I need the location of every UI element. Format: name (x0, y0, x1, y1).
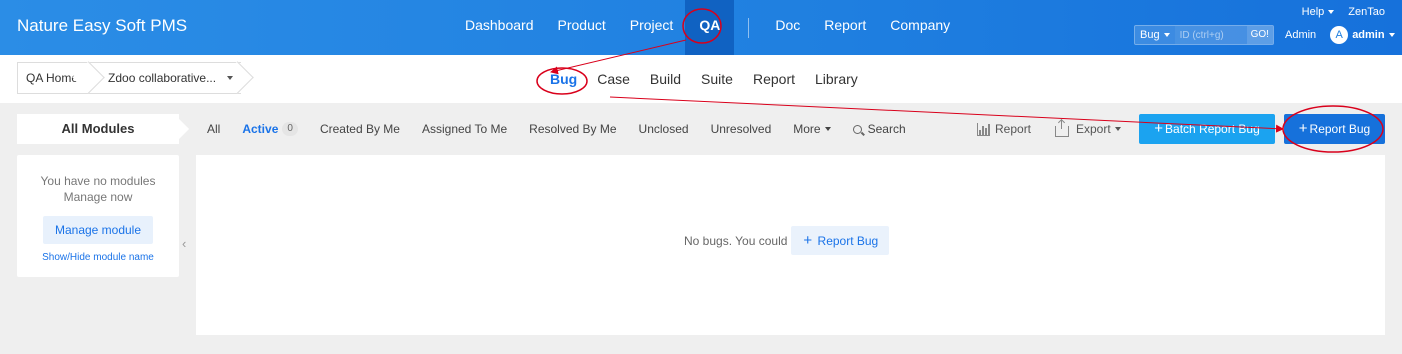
nav-divider (748, 17, 750, 38)
export-icon (1055, 119, 1069, 137)
batch-report-bug-button[interactable]: + Batch Report Bug (1139, 114, 1275, 144)
avatar[interactable]: A (1330, 26, 1349, 44)
zentao-link[interactable]: ZenTao (1348, 6, 1385, 18)
tab-search[interactable]: Search (842, 122, 917, 136)
show-hide-module-link[interactable]: Show/Hide module name (17, 252, 179, 263)
no-modules-line: You have no modules (40, 174, 156, 188)
sub-nav: Bug Case Build Suite Report Library (540, 55, 868, 103)
report-bug-button[interactable]: + Report Bug (1284, 114, 1385, 144)
nav-project[interactable]: Project (618, 0, 686, 55)
subnav-suite[interactable]: Suite (691, 71, 743, 87)
chevron-down-icon (1163, 33, 1170, 38)
chevron-down-icon (1388, 33, 1395, 38)
subnav-library[interactable]: Library (805, 71, 868, 87)
top-right-links: Help ZenTao (1302, 6, 1385, 18)
chevron-down-icon (1114, 127, 1121, 131)
sidebar-collapse-icon[interactable]: ‹ (182, 236, 186, 251)
quick-search: Bug GO! (1134, 25, 1274, 45)
empty-state: No bugs. You could + Report Bug (684, 226, 890, 255)
user-menu[interactable]: admin (1352, 29, 1395, 41)
report-bug-label: Report Bug (1309, 122, 1371, 136)
empty-report-bug-button[interactable]: + Report Bug (791, 226, 890, 255)
nav-dashboard[interactable]: Dashboard (453, 0, 546, 55)
tab-assigned-to-me[interactable]: Assigned To Me (411, 122, 518, 136)
tab-search-label: Search (867, 122, 906, 136)
empty-message: No bugs. You could (684, 233, 788, 248)
tab-active-count: 0 (282, 122, 298, 136)
product-switcher-label: Zdoo collaborative... (108, 71, 217, 85)
search-go-button[interactable]: GO! (1246, 26, 1273, 44)
chevron-down-icon (824, 127, 831, 131)
tab-unclosed[interactable]: Unclosed (628, 122, 700, 136)
tab-active-label: Active (242, 122, 279, 136)
nav-doc[interactable]: Doc (763, 0, 812, 55)
breadcrumb: QA Home Zdoo collaborative... (17, 62, 242, 94)
subnav-bug[interactable]: Bug (540, 71, 587, 87)
nav-qa[interactable]: QA (685, 0, 735, 55)
export-action-label: Export (1076, 122, 1111, 136)
report-action-label: Report (995, 122, 1032, 136)
bug-filter-tabs: All Active 0 Created By Me Assigned To Me… (196, 114, 917, 144)
bug-list-panel: No bugs. You could + Report Bug (196, 155, 1385, 335)
report-action[interactable]: Report (977, 114, 1031, 144)
tab-resolved-by-me[interactable]: Resolved By Me (518, 122, 627, 136)
chevron-down-icon (227, 76, 234, 80)
help-menu[interactable]: Help (1302, 6, 1335, 18)
tab-created-by-me[interactable]: Created By Me (309, 122, 411, 136)
no-modules-text: You have no modules Manage now (17, 173, 179, 205)
top-header: Nature Easy Soft PMS Dashboard Product P… (0, 0, 1402, 55)
search-input[interactable] (1174, 26, 1247, 44)
export-action[interactable]: Export (1055, 114, 1121, 144)
plus-icon: + (1154, 120, 1164, 137)
tab-all[interactable]: All (196, 122, 231, 136)
tab-unresolved[interactable]: Unresolved (700, 122, 783, 136)
nav-report[interactable]: Report (812, 0, 878, 55)
plus-icon: + (803, 232, 813, 249)
main-nav: Dashboard Product Project QA Doc Report … (453, 0, 962, 55)
manage-module-button[interactable]: Manage module (42, 216, 154, 244)
module-tree-panel: You have no modules Manage now Manage mo… (17, 155, 179, 277)
subnav-case[interactable]: Case (587, 71, 640, 87)
breadcrumb-qa-home[interactable]: QA Home (17, 62, 93, 94)
plus-icon: + (1298, 120, 1308, 137)
all-modules-header[interactable]: All Modules (17, 114, 179, 144)
tab-more-label: More (793, 122, 821, 136)
search-type-label: Bug (1140, 29, 1160, 41)
product-switcher[interactable]: Zdoo collaborative... (92, 62, 242, 94)
tab-more[interactable]: More (782, 122, 841, 136)
search-type-select[interactable]: Bug (1135, 26, 1175, 44)
search-icon (852, 124, 862, 134)
chevron-down-icon (1328, 10, 1335, 15)
subnav-build[interactable]: Build (640, 71, 691, 87)
batch-report-bug-label: Batch Report Bug (1165, 122, 1260, 136)
empty-report-bug-label: Report Bug (817, 234, 879, 248)
admin-link[interactable]: Admin (1285, 29, 1316, 41)
bar-chart-icon (977, 122, 990, 136)
username-label: admin (1352, 29, 1385, 41)
tab-active[interactable]: Active 0 (231, 122, 309, 136)
nav-product[interactable]: Product (546, 0, 618, 55)
user-area: Admin A admin (1285, 26, 1395, 44)
sub-navbar: QA Home Zdoo collaborative... Bug Case B… (0, 55, 1402, 103)
brand-title[interactable]: Nature Easy Soft PMS (17, 16, 187, 36)
subnav-report[interactable]: Report (743, 71, 805, 87)
manage-now-line: Manage now (63, 190, 133, 204)
nav-company[interactable]: Company (878, 0, 962, 55)
help-label: Help (1301, 6, 1325, 18)
